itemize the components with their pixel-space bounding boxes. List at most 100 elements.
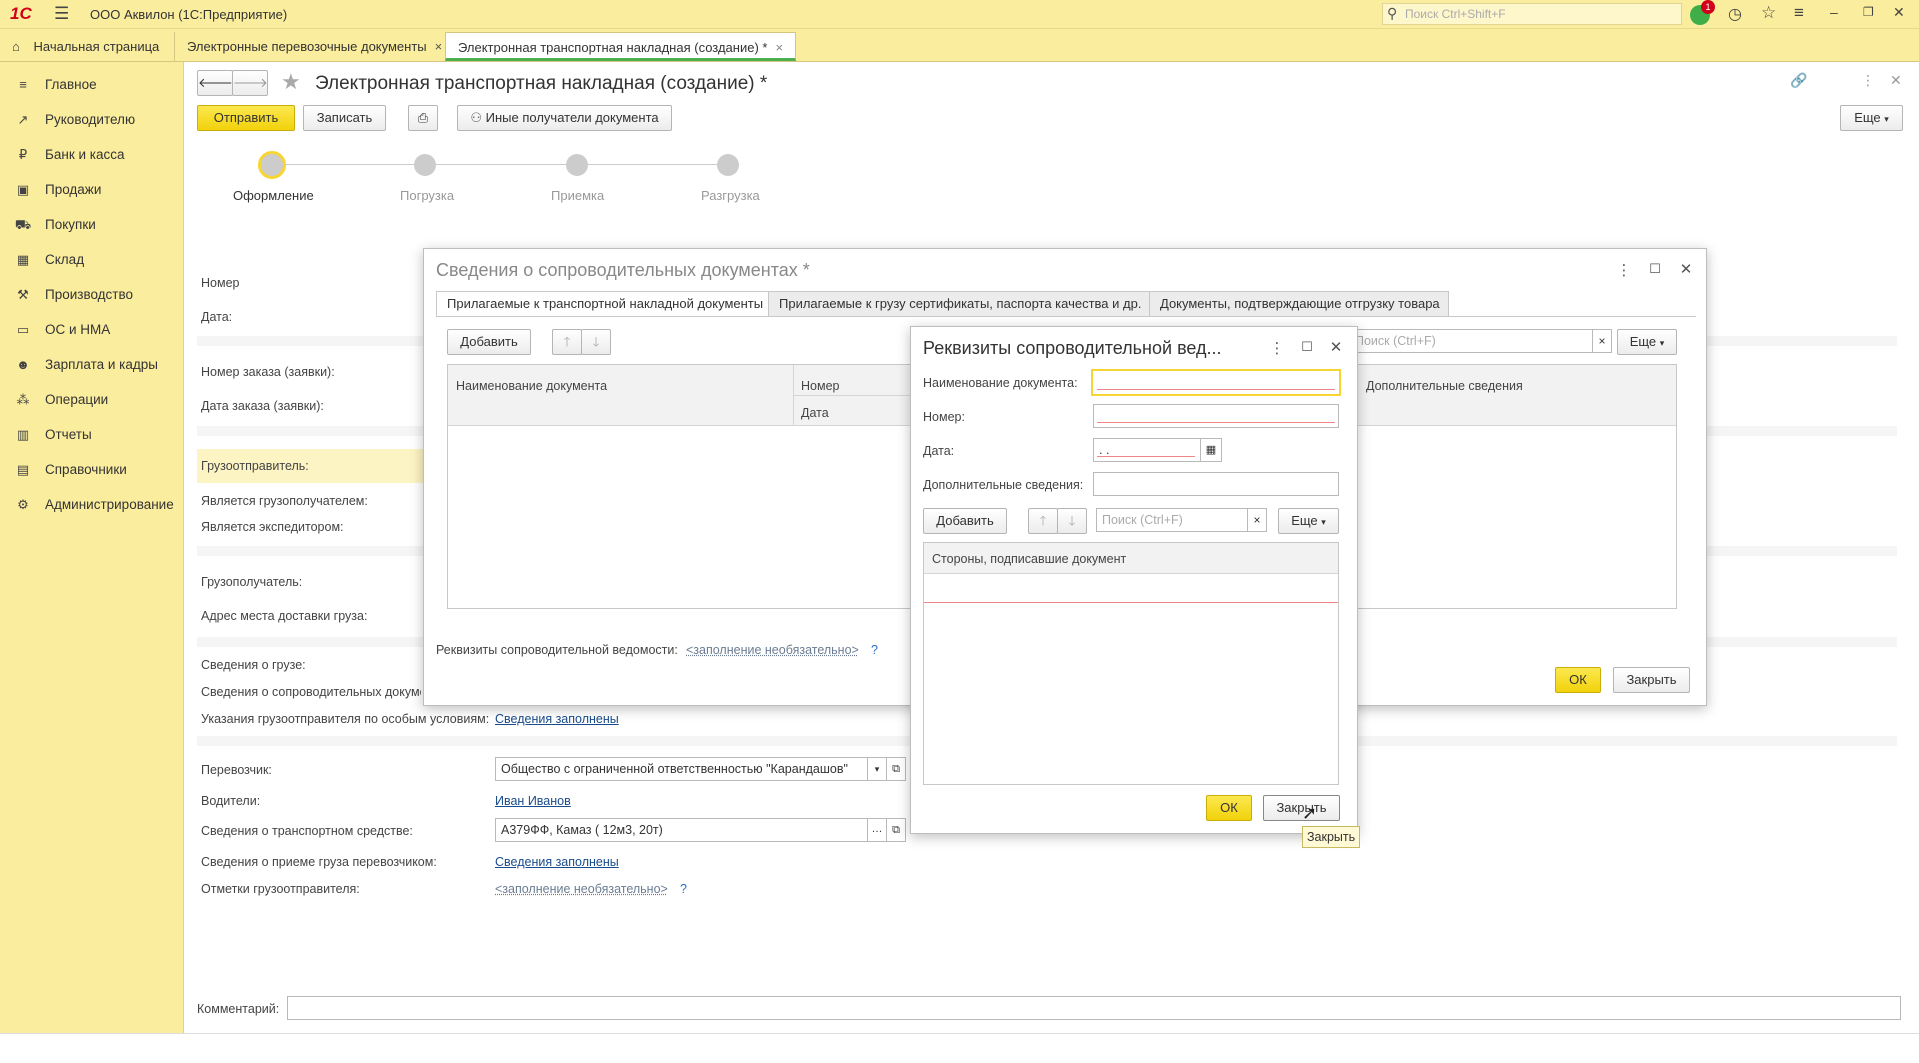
sidebar-item[interactable]: ≡ Главное	[0, 70, 184, 100]
signers-search-field[interactable]: Поиск (Ctrl+F)	[1096, 508, 1248, 532]
form-menu-icon[interactable]: ⋮	[1861, 72, 1875, 89]
date-label: Дата:	[201, 310, 233, 324]
close-button[interactable]: Закрыть	[1613, 667, 1690, 693]
tab-shipment-documents[interactable]: Документы, подтверждающие отгрузку товар…	[1149, 291, 1449, 317]
tab-attached-documents[interactable]: Прилагаемые к транспортной накладной док…	[436, 291, 772, 317]
sidebar-item-icon: ⁂	[16, 392, 30, 407]
dialog-menu-icon[interactable]: ⋮	[1614, 261, 1634, 279]
more-button[interactable]: Еще ▾	[1840, 105, 1903, 131]
carrier-open-icon[interactable]: ⧉	[886, 757, 906, 781]
column-extra[interactable]: Дополнительные сведения	[1366, 379, 1523, 393]
dialog-maximize-icon[interactable]: ☐	[1645, 261, 1665, 277]
history-icon[interactable]: ◷	[1728, 4, 1742, 24]
functions-menu-icon[interactable]: ≡	[1794, 3, 1804, 23]
column-name[interactable]: Наименование документа	[456, 379, 607, 393]
step-circle-active[interactable]	[258, 151, 286, 179]
clear-search-icon[interactable]: ×	[1592, 329, 1612, 353]
global-search[interactable]: ⚲ Поиск Ctrl+Shift+F	[1382, 3, 1682, 25]
clear-search-icon[interactable]: ×	[1247, 508, 1267, 532]
sidebar-item[interactable]: ▭ ОС и НМА	[0, 315, 184, 345]
favorite-star-icon[interactable]: ★	[281, 69, 301, 95]
ok-button[interactable]: ОК	[1555, 667, 1601, 693]
dialog-close-icon[interactable]: ✕	[1676, 260, 1696, 278]
sidebar-item[interactable]: ₽ Банк и касса	[0, 140, 184, 170]
tab-transport-waybill[interactable]: Электронная транспортная накладная (созд…	[445, 32, 797, 61]
mouse-cursor-icon: ➚	[1302, 803, 1318, 823]
vehicle-field[interactable]: А379ФФ, Камаз ( 12м3, 20т)	[495, 818, 870, 842]
step-circle[interactable]	[414, 154, 436, 176]
extra-info-field[interactable]	[1093, 472, 1339, 496]
favorites-icon[interactable]: ☆	[1761, 3, 1776, 23]
restore-icon[interactable]: ❐	[1863, 5, 1874, 19]
back-button[interactable]: 🡐	[197, 70, 233, 96]
dropdown-arrow-icon: ▾	[1884, 114, 1889, 124]
move-up-button[interactable]: 🡑	[1028, 508, 1058, 534]
other-recipients-button[interactable]: ⚇ Иные получатели документа	[457, 105, 672, 131]
tab-close-icon[interactable]: ×	[435, 39, 443, 54]
move-down-button[interactable]: 🡓	[581, 329, 611, 355]
sidebar-item[interactable]: ▤ Справочники	[0, 455, 184, 485]
sidebar-item[interactable]: ☻ Зарплата и кадры	[0, 350, 184, 380]
sidebar-item-icon: ⛟	[14, 217, 32, 232]
tab-transport-documents[interactable]: Электронные перевозочные документы ×	[174, 32, 454, 61]
number-field[interactable]	[1093, 404, 1339, 428]
column-date[interactable]: Дата	[801, 406, 829, 420]
help-icon[interactable]: ?	[680, 882, 687, 896]
tab-certificates[interactable]: Прилагаемые к грузу сертификаты, паспорт…	[768, 291, 1153, 317]
table-search-field[interactable]: Поиск (Ctrl+F)	[1349, 329, 1594, 353]
step-circle[interactable]	[717, 154, 739, 176]
sidebar-item[interactable]: ⛟ Покупки	[0, 210, 184, 240]
move-up-button[interactable]: 🡑	[552, 329, 582, 355]
print-button[interactable]: ⎙	[408, 105, 438, 131]
carrier-field[interactable]: Общество с ограниченной ответственностью…	[495, 757, 870, 781]
carrier-dropdown-button[interactable]: ▾	[867, 757, 887, 781]
sidebar-item[interactable]: ▥ Отчеты	[0, 420, 184, 450]
search-icon: ⚲	[1387, 5, 1398, 21]
close-app-icon[interactable]: ✕	[1893, 4, 1905, 21]
ok-button[interactable]: ОК	[1206, 795, 1252, 821]
special-conditions-link[interactable]: Сведения заполнены	[495, 712, 619, 726]
send-button[interactable]: Отправить	[197, 105, 295, 131]
tab-home[interactable]: ⌂ Начальная страница	[0, 32, 171, 61]
vehicle-open-icon[interactable]: ⧉	[886, 818, 906, 842]
required-underline	[1097, 389, 1335, 390]
sidebar-item[interactable]: ⁂ Операции	[0, 385, 184, 415]
forward-button[interactable]: 🡒	[232, 70, 268, 96]
new-row[interactable]	[924, 574, 1338, 603]
calendar-button[interactable]: ▦	[1200, 438, 1222, 462]
sidebar-item[interactable]: ▦ Склад	[0, 245, 184, 275]
link-icon[interactable]: 🔗	[1790, 72, 1807, 89]
acceptance-link[interactable]: Сведения заполнены	[495, 855, 619, 869]
sidebar-item-label: Главное	[45, 77, 97, 92]
column-signers[interactable]: Стороны, подписавшие документ	[932, 552, 1126, 566]
step-circle[interactable]	[566, 154, 588, 176]
minimize-icon[interactable]: –	[1830, 4, 1838, 20]
sidebar-item[interactable]: ⚙ Администрирование	[0, 490, 184, 520]
move-down-button[interactable]: 🡓	[1057, 508, 1087, 534]
help-icon[interactable]: ?	[871, 643, 878, 657]
form-close-icon[interactable]: ✕	[1890, 72, 1902, 89]
table-more-button[interactable]: Еще ▾	[1617, 329, 1677, 355]
vehicle-select-button[interactable]: …	[867, 818, 887, 842]
acceptance-label: Сведения о приеме груза перевозчиком:	[201, 855, 437, 869]
add-button[interactable]: Добавить	[447, 329, 531, 355]
add-button[interactable]: Добавить	[923, 508, 1007, 534]
sidebar-item-label: Администрирование	[45, 497, 174, 512]
sidebar-item[interactable]: ↗ Руководителю	[0, 105, 184, 135]
dialog-menu-icon[interactable]: ⋮	[1267, 339, 1287, 357]
signers-more-button[interactable]: Еще ▾	[1278, 508, 1339, 534]
sidebar-item[interactable]: ⚒ Производство	[0, 280, 184, 310]
sidebar-item[interactable]: ▣ Продажи	[0, 175, 184, 205]
comment-field[interactable]	[287, 996, 1901, 1020]
dialog-maximize-icon[interactable]: ☐	[1297, 339, 1317, 355]
date-field[interactable]: . .	[1093, 438, 1201, 462]
save-button[interactable]: Записать	[303, 105, 386, 131]
dialog-close-icon[interactable]: ✕	[1326, 338, 1346, 356]
tab-close-icon[interactable]: ×	[775, 40, 783, 55]
statement-link[interactable]: <заполнение необязательно>	[686, 643, 859, 657]
shipper-marks-link[interactable]: <заполнение необязательно>	[495, 882, 668, 896]
drivers-link[interactable]: Иван Иванов	[495, 794, 571, 808]
doc-name-field[interactable]	[1091, 369, 1341, 396]
main-menu-icon[interactable]: ☰	[54, 4, 69, 24]
column-number[interactable]: Номер	[801, 379, 839, 393]
